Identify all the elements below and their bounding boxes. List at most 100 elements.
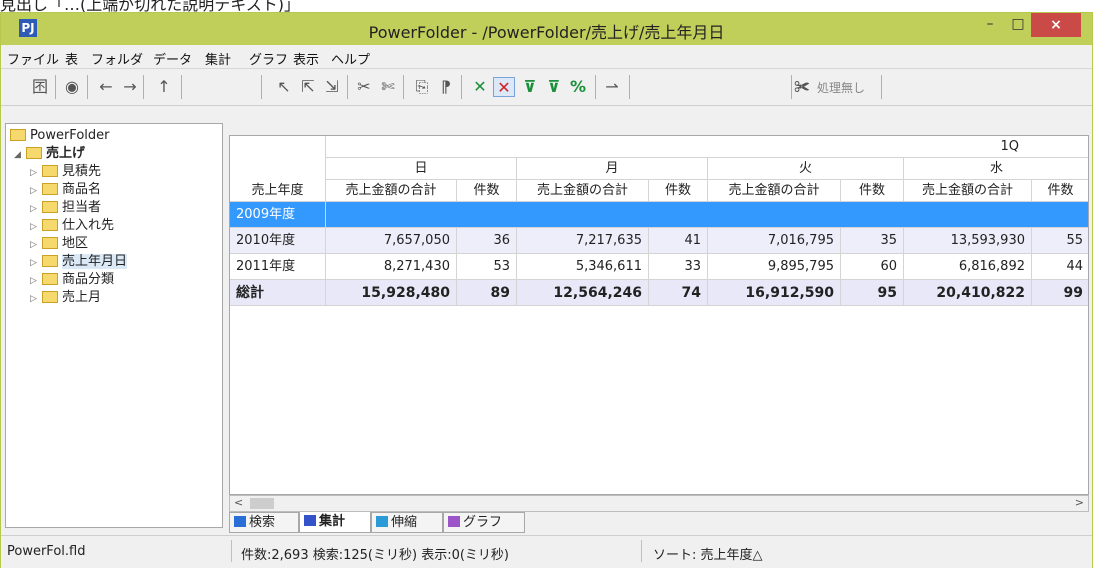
count-header[interactable]: 件数 — [457, 180, 517, 202]
total-cell[interactable]: 74 — [649, 280, 708, 306]
menu-data[interactable]: データ — [153, 49, 192, 68]
table-cell[interactable]: 7,016,795 — [708, 228, 841, 254]
cut-row-icon[interactable]: ✄ — [377, 77, 399, 97]
sum-header[interactable]: 売上金額の合計 — [326, 180, 457, 202]
menu-aggregate[interactable]: 集計 — [205, 49, 231, 68]
table-view-icon[interactable]: 囨 — [29, 77, 51, 97]
cut-column-icon[interactable]: ✂ — [353, 77, 375, 97]
subtotal-icon[interactable]: ⊽ — [519, 77, 541, 97]
row-label[interactable]: 2010年度 — [230, 228, 326, 254]
table-cell[interactable]: 6,816,892 — [904, 254, 1032, 280]
tree-item[interactable]: ▷ 担当者 — [30, 200, 101, 216]
back-arrow-icon[interactable]: ← — [95, 77, 117, 97]
maximize-button[interactable]: □ — [1004, 13, 1032, 37]
collapse-icon[interactable]: ▷ — [30, 201, 42, 217]
cross-tab-active-icon[interactable]: ✕ — [493, 77, 515, 97]
no-processing-label[interactable]: 処理無し — [817, 79, 865, 96]
percent-icon[interactable]: % — [567, 77, 589, 97]
table-cell[interactable]: 60 — [841, 254, 904, 280]
total-label[interactable]: 総計 — [230, 280, 326, 306]
collapse-icon[interactable]: ▷ — [30, 165, 42, 181]
scroll-right-icon[interactable]: > — [1075, 496, 1084, 509]
sum-header[interactable]: 売上金額の合計 — [904, 180, 1032, 202]
table-cell[interactable]: 8,271,430 — [326, 254, 457, 280]
folder-icon — [10, 128, 26, 141]
folder-icon — [42, 254, 58, 267]
copy-icon[interactable]: ⎘ — [411, 77, 433, 97]
total-icon[interactable]: ⊽ — [543, 77, 565, 97]
sum-header[interactable]: 売上金額の合計 — [517, 180, 649, 202]
tab-search[interactable]: 検索 — [229, 512, 299, 533]
row-header-label[interactable]: 売上年度 — [230, 180, 326, 202]
count-header[interactable]: 件数 — [1032, 180, 1088, 202]
total-cell[interactable]: 12,564,246 — [517, 280, 649, 306]
quarter-header: 1Q — [326, 136, 1088, 158]
tree-item[interactable]: ▷ 商品分類 — [30, 272, 114, 288]
total-cell[interactable]: 15,928,480 — [326, 280, 457, 306]
table-cell[interactable]: 9,895,795 — [708, 254, 841, 280]
forward-arrow-icon[interactable]: → — [119, 77, 141, 97]
sort-tool-icon[interactable]: ⇲ — [321, 77, 343, 97]
table-cell[interactable]: 35 — [841, 228, 904, 254]
day-header: 日 — [326, 158, 517, 180]
table-cell[interactable]: 7,657,050 — [326, 228, 457, 254]
count-header[interactable]: 件数 — [649, 180, 708, 202]
table-cell[interactable]: 53 — [457, 254, 517, 280]
view-tabs: 検索 集計 伸縮 グラフ — [229, 512, 1089, 534]
eye-icon[interactable]: ◉ — [61, 77, 83, 97]
row-label[interactable]: 2009年度 — [230, 202, 326, 228]
tree-root[interactable]: PowerFolder — [10, 128, 109, 144]
table-cell[interactable]: 55 — [1032, 228, 1088, 254]
collapse-icon[interactable]: ▷ — [30, 183, 42, 199]
total-cell[interactable]: 95 — [841, 280, 904, 306]
export-arrow-icon[interactable]: ⇀ — [601, 77, 623, 97]
tree-item[interactable]: ▷ 見積先 — [30, 164, 101, 180]
menu-view[interactable]: 表示 — [293, 49, 319, 68]
menu-graph[interactable]: グラフ — [249, 49, 288, 68]
horizontal-scrollbar[interactable]: < > — [229, 495, 1089, 512]
sum-header[interactable]: 売上金額の合計 — [708, 180, 841, 202]
total-cell[interactable]: 89 — [457, 280, 517, 306]
cursor-tool-icon[interactable]: ↖ — [273, 77, 295, 97]
table-cell[interactable]: 41 — [649, 228, 708, 254]
tab-aggregate[interactable]: 集計 — [299, 512, 371, 533]
tab-graph[interactable]: グラフ — [443, 512, 525, 533]
collapse-icon[interactable]: ▷ — [30, 219, 42, 235]
filter-tool-icon[interactable]: ⇱ — [297, 77, 319, 97]
table-cell[interactable]: 5,346,611 — [517, 254, 649, 280]
table-cell[interactable]: 33 — [649, 254, 708, 280]
table-cell[interactable]: 7,217,635 — [517, 228, 649, 254]
close-button[interactable]: × — [1031, 13, 1081, 37]
collapse-icon[interactable]: ▷ — [30, 273, 42, 289]
up-arrow-icon[interactable]: ↑ — [153, 77, 175, 97]
total-cell[interactable]: 16,912,590 — [708, 280, 841, 306]
cross-tab-icon[interactable]: ✕ — [469, 77, 491, 97]
table-row-selected[interactable] — [326, 202, 1088, 228]
row-label[interactable]: 2011年度 — [230, 254, 326, 280]
scroll-thumb[interactable] — [250, 498, 274, 509]
tree-item[interactable]: ▷ 商品名 — [30, 182, 101, 198]
tab-expand[interactable]: 伸縮 — [371, 512, 443, 533]
count-header[interactable]: 件数 — [841, 180, 904, 202]
collapse-icon[interactable]: ▷ — [30, 255, 42, 271]
menu-folder[interactable]: フォルダ — [91, 49, 143, 68]
total-cell[interactable]: 20,410,822 — [904, 280, 1032, 306]
tree-item[interactable]: ▷ 地区 — [30, 236, 88, 252]
tree-folder-sales[interactable]: ◢ 売上げ — [14, 146, 85, 162]
tree-item[interactable]: ▷ 仕入れ先 — [30, 218, 114, 234]
total-cell[interactable]: 99 — [1032, 280, 1088, 306]
collapse-icon[interactable]: ▷ — [30, 291, 42, 307]
table-cell[interactable]: 36 — [457, 228, 517, 254]
tree-item[interactable]: ▷ 売上月 — [30, 290, 101, 306]
menu-table[interactable]: 表 — [65, 49, 78, 68]
expand-icon[interactable]: ◢ — [14, 147, 26, 163]
table-cell[interactable]: 44 — [1032, 254, 1088, 280]
menu-help[interactable]: ヘルプ — [331, 49, 370, 68]
tree-item-selected[interactable]: ▷ 売上年月日 — [30, 254, 128, 271]
minimize-button[interactable]: – — [976, 13, 1004, 37]
collapse-icon[interactable]: ▷ — [30, 237, 42, 253]
format-icon[interactable]: ⁋ — [435, 77, 457, 97]
scroll-left-icon[interactable]: < — [234, 496, 243, 509]
table-cell[interactable]: 13,593,930 — [904, 228, 1032, 254]
menu-file[interactable]: ファイル — [7, 49, 59, 68]
